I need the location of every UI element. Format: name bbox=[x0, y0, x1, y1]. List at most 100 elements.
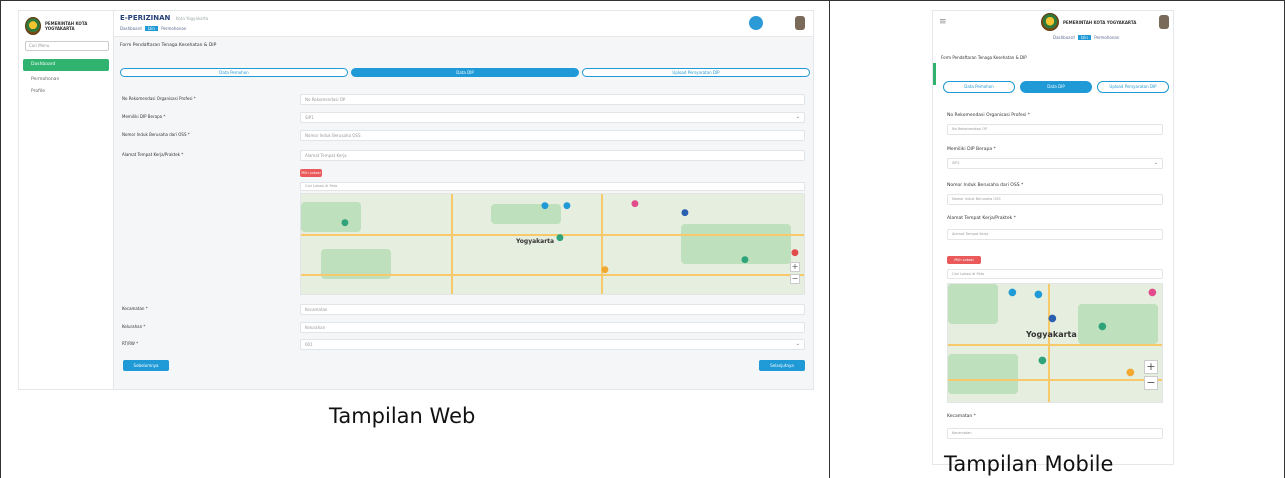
map-pin-icon[interactable]: ● bbox=[1048, 314, 1057, 324]
map-pin-icon[interactable]: ● bbox=[1148, 288, 1157, 298]
map-widget[interactable]: ● ● ● ● ● ● ● ● ● Yogyakarta + − bbox=[300, 193, 805, 295]
column-divider bbox=[829, 0, 830, 478]
select-value: 001 bbox=[305, 342, 313, 347]
city-seal-icon bbox=[25, 17, 41, 35]
sidebar-search-input[interactable]: Cari Menu bbox=[25, 41, 109, 51]
field-label: Kelurahan * bbox=[122, 324, 146, 329]
pilih-lokasi-button[interactable]: Pilih Lokasi bbox=[300, 169, 322, 177]
mobile-screenshot: ≡ PEMERINTAH KOTA YOGYAKARTA Dashboard I… bbox=[932, 10, 1174, 465]
hamburger-menu-icon[interactable]: ≡ bbox=[939, 17, 947, 27]
map-pin-icon[interactable]: ● bbox=[681, 209, 689, 218]
chevron-down-icon: ⌄ bbox=[795, 114, 800, 120]
form-tabs: Data Pemohon Data DIP Upload Persyaratan… bbox=[120, 68, 810, 77]
sidebar-item-permohonan[interactable]: Permohonan bbox=[23, 75, 109, 85]
map-pin-icon[interactable]: ● bbox=[341, 219, 349, 228]
field-label: Alamat Tempat Kerja/Praktek * bbox=[947, 216, 1016, 221]
map-city-label: Yogyakarta bbox=[1026, 330, 1077, 339]
tab-data-dip[interactable]: Data DIP bbox=[351, 68, 579, 77]
zoom-out-button[interactable]: − bbox=[1144, 376, 1158, 390]
form-row: Kelurahan * Kelurahan bbox=[120, 322, 810, 333]
map-widget[interactable]: ● ● ● ● ● ● ● Yogyakarta + − bbox=[947, 283, 1163, 403]
mobile-caption: Tampilan Mobile bbox=[944, 452, 1114, 476]
map-search-input[interactable]: Cari Lokasi di Peta bbox=[300, 182, 805, 191]
form-row: No Rekomendasi Organisasi Profesi * No R… bbox=[120, 94, 810, 105]
map-road bbox=[948, 379, 1162, 381]
map-road bbox=[301, 234, 804, 236]
kelurahan-input[interactable]: Kelurahan bbox=[300, 322, 805, 333]
field-label: No Rekomendasi Organisasi Profesi * bbox=[947, 113, 1031, 118]
map-road bbox=[1048, 284, 1050, 402]
page-title: E-PERIZINAN bbox=[120, 14, 171, 22]
map-pin-icon[interactable]: ● bbox=[1038, 356, 1047, 366]
next-button[interactable]: Selanjutnya bbox=[759, 360, 805, 371]
breadcrumb-current: Permohonan bbox=[161, 26, 187, 31]
tab-data-dip[interactable]: Data DIP bbox=[1020, 81, 1092, 93]
map-pin-icon[interactable]: ● bbox=[601, 266, 609, 275]
brand-logo[interactable]: PEMERINTAH KOTA YOGYAKARTA bbox=[25, 15, 109, 37]
field-label: Memiliki DIP Berapa * bbox=[122, 114, 166, 119]
city-seal-icon bbox=[1041, 13, 1059, 31]
map-pin-icon[interactable]: ● bbox=[791, 249, 799, 258]
active-indicator bbox=[933, 63, 936, 85]
sidebar-item-dashboard[interactable]: Dashboard bbox=[23, 59, 109, 71]
chevron-down-icon: ⌄ bbox=[1153, 160, 1158, 166]
back-button[interactable]: Sebelumnya bbox=[123, 360, 169, 371]
map-pin-icon[interactable]: ● bbox=[541, 202, 549, 211]
avatar[interactable] bbox=[795, 16, 805, 30]
mobile-header: ≡ PEMERINTAH KOTA YOGYAKARTA Dashboard I… bbox=[933, 11, 1173, 41]
map-pin-icon[interactable]: ● bbox=[631, 200, 639, 209]
map-search-input[interactable]: Cari Lokasi di Peta bbox=[947, 269, 1163, 279]
zoom-in-button[interactable]: + bbox=[790, 262, 800, 272]
kecamatan-input[interactable]: Kecamatan bbox=[300, 304, 805, 315]
tab-upload-persyaratan[interactable]: Upload Persyaratan DIP bbox=[582, 68, 810, 77]
zoom-in-button[interactable]: + bbox=[1144, 360, 1158, 374]
form-tabs: Data Pemohon Data DIP Upload Persyaratan… bbox=[943, 81, 1169, 93]
form-row: Nomor Induk Berusaha dari OSS * Nomor In… bbox=[120, 130, 810, 141]
pilih-lokasi-button[interactable]: Pilih Lokasi bbox=[947, 256, 981, 264]
map-pin-icon[interactable]: ● bbox=[741, 256, 749, 265]
map-pin-icon[interactable]: ● bbox=[556, 234, 564, 243]
alamat-praktek-input[interactable]: Alamat Tempat Kerja bbox=[300, 150, 805, 161]
form-row: Kecamatan * Kecamatan bbox=[120, 304, 810, 315]
nib-oss-input[interactable]: Nomor Induk Berusaha OSS bbox=[300, 130, 805, 141]
breadcrumb-home[interactable]: Dashboard bbox=[120, 26, 142, 31]
brand-text: PEMERINTAH KOTA YOGYAKARTA bbox=[1063, 19, 1137, 25]
map-pin-icon[interactable]: ● bbox=[1098, 322, 1107, 332]
map-area bbox=[1078, 304, 1158, 344]
field-label: No Rekomendasi Organisasi Profesi * bbox=[122, 96, 196, 101]
tab-data-pemohon[interactable]: Data Pemohon bbox=[120, 68, 348, 77]
breadcrumb-tag[interactable]: Izin bbox=[1077, 35, 1091, 40]
map-pin-icon[interactable]: ● bbox=[1126, 368, 1135, 378]
map-pin-icon[interactable]: ● bbox=[563, 202, 571, 211]
rtrw-select[interactable]: 001 ⌄ bbox=[300, 339, 805, 350]
globe-icon[interactable] bbox=[749, 16, 763, 30]
breadcrumb-home[interactable]: Dashboard bbox=[1053, 35, 1075, 40]
nib-oss-input[interactable]: Nomor Induk Berusaha OSS bbox=[947, 194, 1163, 205]
brand-logo[interactable]: PEMERINTAH KOTA YOGYAKARTA bbox=[1041, 13, 1136, 31]
tab-data-pemohon[interactable]: Data Pemohon bbox=[943, 81, 1015, 93]
map-pin-icon[interactable]: ● bbox=[1034, 290, 1043, 300]
field-label: Kecamatan * bbox=[947, 414, 976, 419]
sidebar-item-profile[interactable]: Profile bbox=[23, 87, 109, 97]
breadcrumb-tag[interactable]: Izin bbox=[144, 26, 158, 31]
map-area bbox=[681, 224, 791, 264]
map-area bbox=[491, 204, 561, 224]
breadcrumb-current: Permohonan bbox=[1094, 35, 1120, 40]
map-area bbox=[948, 284, 998, 324]
tab-upload-persyaratan[interactable]: Upload Persyaratan DIP bbox=[1097, 81, 1169, 93]
form-title: Form Pendaftaran Tenaga Kesehatan & DIP bbox=[941, 55, 1027, 60]
map-area bbox=[301, 202, 361, 232]
breadcrumb: Dashboard Izin Permohonan bbox=[120, 26, 186, 31]
avatar[interactable] bbox=[1159, 15, 1169, 29]
map-road bbox=[948, 344, 1162, 346]
rekomendasi-op-input[interactable]: No Rekomendasi OP bbox=[947, 124, 1163, 135]
form-title: Form Pendaftaran Tenaga Kesehatan & DIP bbox=[120, 43, 217, 48]
map-pin-icon[interactable]: ● bbox=[1008, 288, 1017, 298]
jumlah-dip-select[interactable]: SIP1 ⌄ bbox=[947, 158, 1163, 169]
zoom-out-button[interactable]: − bbox=[790, 274, 800, 284]
alamat-praktek-input[interactable]: Alamat Tempat Kerja bbox=[947, 229, 1163, 240]
kecamatan-input[interactable]: Kecamatan bbox=[947, 428, 1163, 439]
jumlah-dip-select[interactable]: SIP1 ⌄ bbox=[300, 112, 805, 123]
page-subtitle: Kota Yogyakarta bbox=[176, 16, 209, 21]
rekomendasi-op-input[interactable]: No Rekomendasi OP bbox=[300, 94, 805, 105]
